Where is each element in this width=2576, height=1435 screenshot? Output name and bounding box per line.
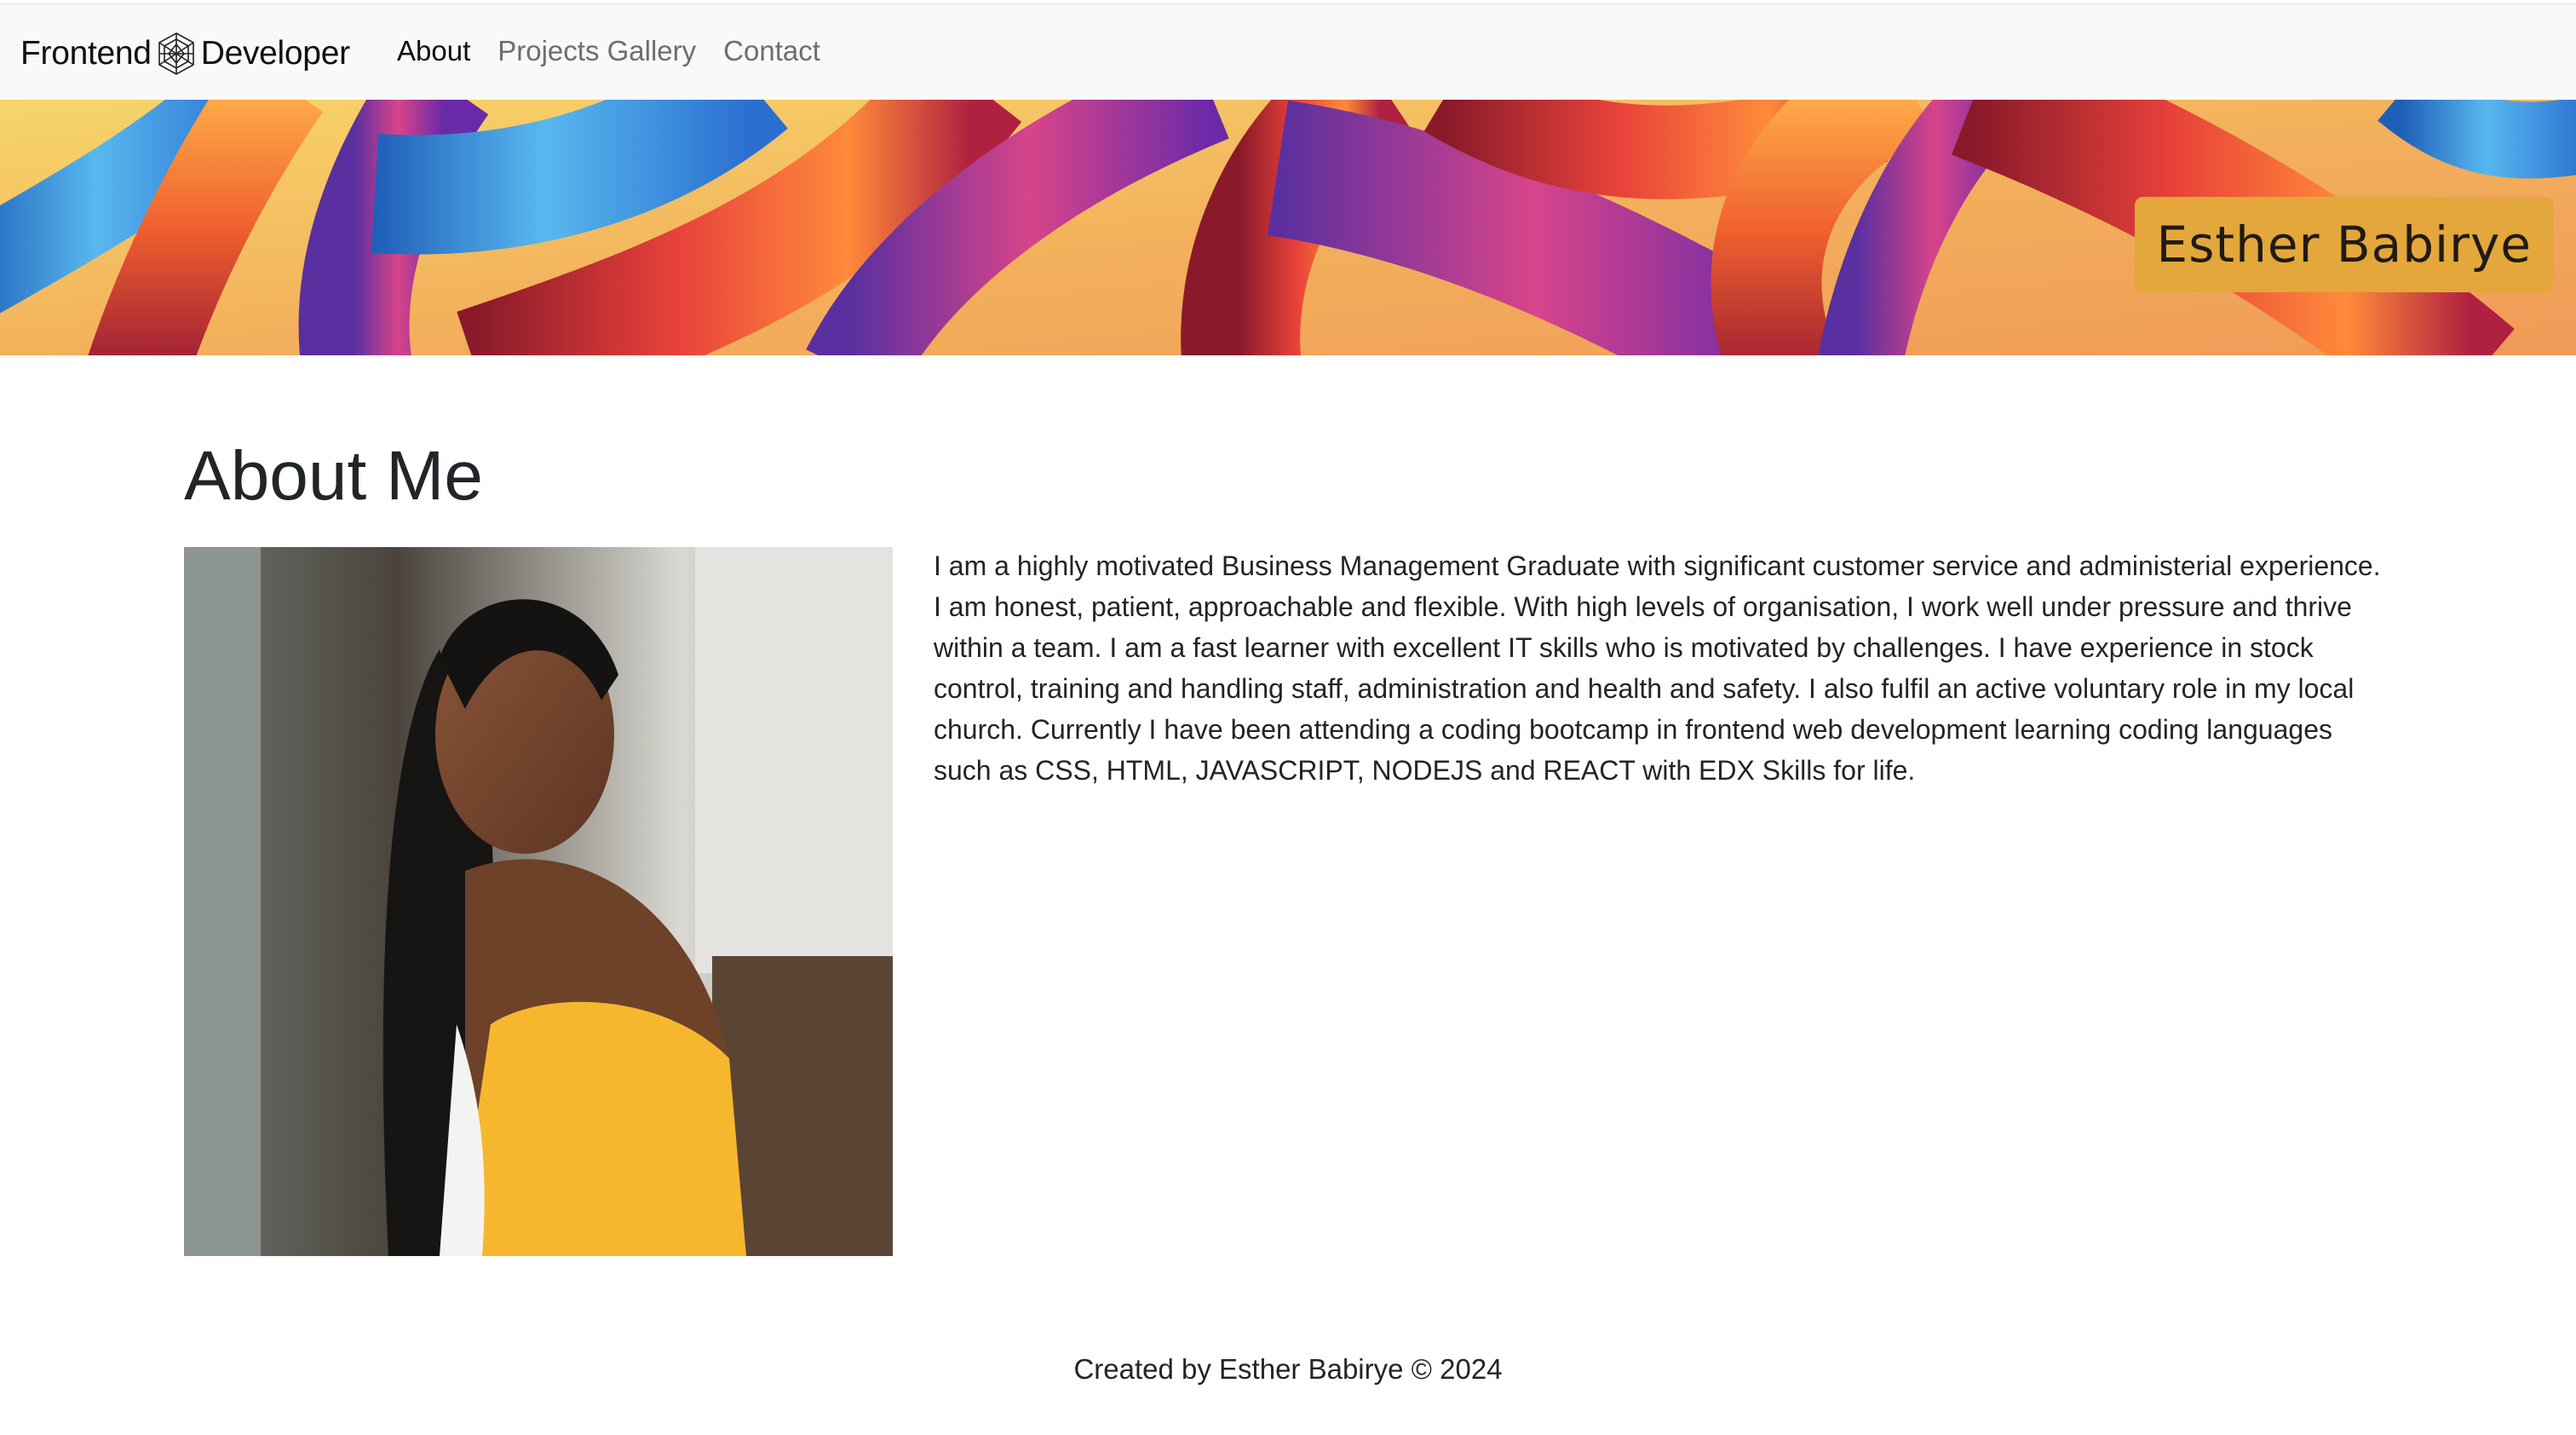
brand-text-developer: Developer xyxy=(200,35,350,72)
name-badge: Esther Babirye xyxy=(2134,197,2554,292)
nav-link-about[interactable]: About xyxy=(397,35,470,67)
footer-credit: Created by Esther Babirye © 2024 xyxy=(1073,1353,1503,1385)
page-title: About Me xyxy=(184,437,483,515)
profile-photo xyxy=(184,547,893,1256)
nav-links: About Projects Gallery Contact xyxy=(397,35,820,67)
footer: Created by Esther Babirye © 2024 xyxy=(0,1353,2576,1386)
wireframe-globe-icon xyxy=(158,32,194,75)
nav-link-projects-gallery[interactable]: Projects Gallery xyxy=(497,35,696,67)
nav-link-contact[interactable]: Contact xyxy=(723,35,820,67)
navbar: Frontend Developer About Projects Galler… xyxy=(0,3,2576,100)
brand-text-frontend: Frontend xyxy=(20,35,152,72)
hero-banner: Esther Babirye xyxy=(0,100,2576,355)
brand-logo-link[interactable]: Frontend Developer xyxy=(20,28,350,79)
bio-paragraph: I am a highly motivated Business Managem… xyxy=(934,550,2381,786)
